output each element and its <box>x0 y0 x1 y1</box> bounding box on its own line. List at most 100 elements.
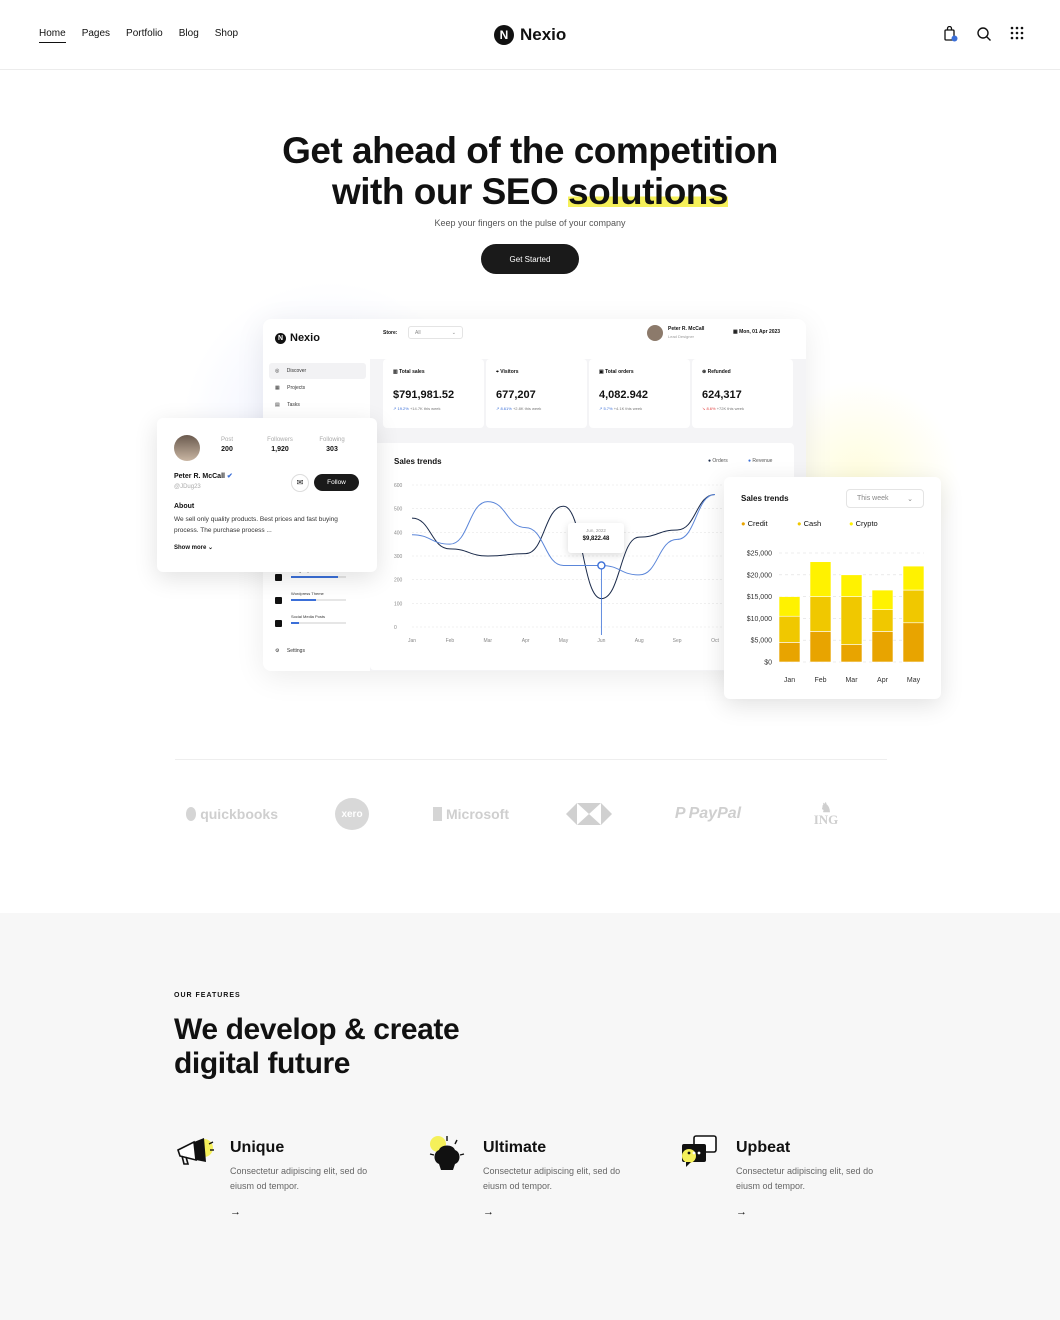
project-progress-bar <box>291 622 300 624</box>
project-name: Wordpress Theme <box>291 591 324 596</box>
nav-home[interactable]: Home <box>39 28 66 43</box>
stat-label: ⌖ Visitors <box>496 369 577 375</box>
arrow-right-icon[interactable]: → <box>230 1206 241 1218</box>
stat-change-pct: 5.7% <box>603 406 613 411</box>
chart-tooltip: Jun, 2022 $9,822.48 <box>568 523 624 553</box>
date-text: Mon, 01 Apr 2023 <box>739 329 781 335</box>
stat-change: ↗ 19.2% +14.7K this week <box>393 406 474 411</box>
followers-count: Followers 1,920 <box>260 437 300 453</box>
bar-cash <box>902 589 925 624</box>
brand-name: ING <box>813 812 839 827</box>
brain-idea-icon <box>429 1136 465 1170</box>
stat-label: Followers <box>267 437 293 443</box>
feature-description: Consectetur adipiscing elit, sed do eius… <box>483 1166 621 1191</box>
stat-change: ↗ 5.7% +4.1K this week <box>599 406 680 411</box>
bar-cash <box>871 609 894 632</box>
x-tick-label: Jan <box>784 677 795 684</box>
hero-title-highlight: solutions <box>568 171 728 212</box>
x-tick-label: Apr <box>877 677 889 684</box>
megaphone-icon <box>177 1138 214 1165</box>
x-tick-label: May <box>559 638 569 644</box>
bar-crypto <box>840 574 863 597</box>
project-progress-bar <box>291 599 316 601</box>
nav-portfolio[interactable]: Portfolio <box>126 28 163 43</box>
verified-icon: ✔ <box>226 473 233 480</box>
site-logo[interactable]: N Nexio <box>494 25 566 45</box>
bar-cash <box>809 596 832 632</box>
follow-button[interactable]: Follow <box>314 474 359 491</box>
user-name: Peter R. McCall <box>668 326 705 332</box>
y-tick-label: 500 <box>394 507 403 513</box>
stat-label: ⊛ Refunded <box>702 369 783 375</box>
dashboard-topbar: N Nexio Store: All ⌄ Peter R. McCall Lead… <box>263 319 806 359</box>
nav-pages[interactable]: Pages <box>82 28 110 43</box>
avatar[interactable] <box>174 435 200 461</box>
x-tick-label: Aug <box>635 638 644 644</box>
project-icon <box>275 574 282 581</box>
sidebar-item-projects[interactable]: ▦ Projects <box>275 385 305 391</box>
x-tick-label: May <box>907 677 921 684</box>
y-tick-label: $10,000 <box>747 616 772 623</box>
arrow-right-icon[interactable]: → <box>736 1206 747 1218</box>
get-started-button[interactable]: Get Started <box>481 244 579 274</box>
message-icon[interactable]: ✉ <box>291 474 309 492</box>
chevron-down-icon: ⌄ <box>451 330 456 336</box>
x-tick-label: Jun <box>597 638 605 644</box>
profile-name: Peter R. McCall ✔ <box>174 472 233 480</box>
stat-card-refunded: ⊛ Refunded 624,317 ↘ 8.6% +72K this week <box>692 359 793 428</box>
bar-cash <box>778 615 801 643</box>
arrow-right-icon[interactable]: → <box>483 1206 494 1218</box>
sidebar-item-discover[interactable]: ◎ Discover <box>275 368 306 374</box>
search-icon[interactable] <box>976 26 992 42</box>
x-tick-label: Mar <box>483 638 492 644</box>
brand-logo-xero: xero <box>335 798 369 830</box>
show-more-link[interactable]: Show more ⌄ <box>174 544 213 551</box>
tasks-icon: ▤ <box>275 402 282 408</box>
bar-credit <box>809 631 832 663</box>
store-select[interactable]: All ⌄ <box>408 326 463 339</box>
sidebar-item-tasks[interactable]: ▤ Tasks <box>275 402 300 408</box>
profile-card: Post 200 Followers 1,920 Following 303 Pete… <box>157 418 377 572</box>
avatar[interactable] <box>647 325 663 341</box>
brand-logo-hsbc <box>566 798 612 830</box>
stat-change-pct: 8.6% <box>706 406 716 411</box>
stat-delta: +2.8K this week <box>512 406 542 411</box>
hero-title-line2: with our SEO solutions <box>0 171 1060 212</box>
hero-title: Get ahead of the competition with our SE… <box>0 130 1060 212</box>
cart-icon[interactable] <box>942 26 958 42</box>
project-wordpress-theme[interactable]: Wordpress Theme <box>275 591 360 609</box>
profile-handle: @JDug23 <box>174 484 201 490</box>
features-title-line2: digital future <box>174 1047 351 1080</box>
stat-change: ↗ 8.61% +2.8K this week <box>496 406 577 411</box>
bar-crypto <box>778 596 801 617</box>
stat-card-visitors: ⌖ Visitors 677,207 ↗ 8.61% +2.8K this we… <box>486 359 587 428</box>
nav-blog[interactable]: Blog <box>179 28 199 43</box>
y-tick-label: $0 <box>764 660 772 667</box>
project-social-media-posts[interactable]: Social Media Posts <box>275 614 360 632</box>
x-tick-label: Jan <box>408 638 416 644</box>
logo-text: Nexio <box>520 25 567 44</box>
brand-logo-paypal: P PayPal <box>670 798 746 830</box>
dashboard-logo-text: Nexio <box>290 332 320 344</box>
x-tick-label: Feb <box>446 638 455 644</box>
stat-value: 624,317 <box>702 389 742 401</box>
sidebar-item-label: Discover <box>286 368 307 374</box>
stat-delta: +14.7K this week <box>409 406 441 411</box>
hero-subtitle: Keep your fingers on the pulse of your c… <box>434 218 626 228</box>
grid-menu-icon[interactable] <box>1010 26 1024 40</box>
project-progress-track <box>291 576 346 578</box>
hero-title-line1: Get ahead of the competition <box>282 130 778 171</box>
windows-icon <box>433 807 442 821</box>
sidebar-item-settings[interactable]: ⚙ Settings <box>275 648 305 654</box>
stat-label: ▣ Total orders <box>599 369 680 375</box>
date-display[interactable]: ▦ Mon, 01 Apr 2023 <box>733 329 780 335</box>
brand-name: Microsoft <box>446 806 509 822</box>
y-tick-label: $15,000 <box>747 594 772 601</box>
brand-logo-quickbooks: quickbooks <box>186 798 278 830</box>
stat-change: ↘ 8.6% +72K this week <box>702 406 783 411</box>
brand-name: quickbooks <box>200 806 278 822</box>
nav-shop[interactable]: Shop <box>215 28 238 43</box>
feature-description: Consectetur adipiscing elit, sed do eius… <box>230 1166 368 1191</box>
feature-title: Unique <box>230 1139 285 1156</box>
user-role: Lead Designer <box>668 334 695 339</box>
